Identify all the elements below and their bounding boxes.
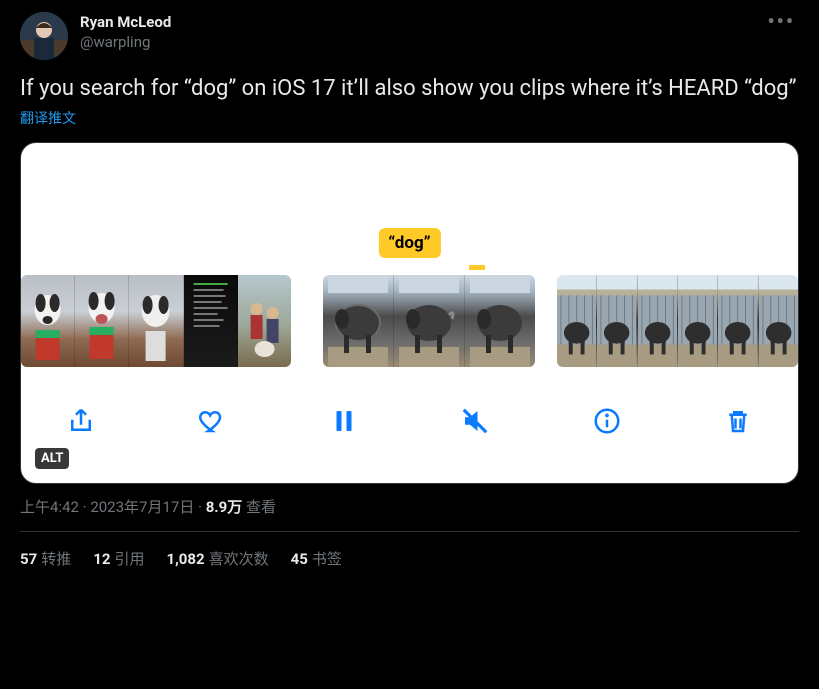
tweet-meta[interactable]: 上午4:42 · 2023年7月17日 · 8.9万 查看 [20,496,799,517]
heart-icon [197,406,227,436]
alt-badge[interactable]: ALT [35,448,69,469]
avatar-image [20,12,68,60]
clip-frame [465,275,535,367]
info-icon [592,406,622,436]
clip-frame [75,275,129,367]
avatar[interactable] [20,12,68,60]
clip-frame [718,275,758,367]
clip-frame [759,275,798,367]
clip-group-1[interactable] [21,275,291,367]
pause-icon [329,406,359,436]
clip-frame [557,275,597,367]
media-whitespace [21,143,798,228]
speaker-muted-icon [460,406,490,436]
search-term-tick [469,265,485,270]
stats-row: 57转推 12引用 1,082喜欢次数 45书签 [20,532,799,575]
clip-frame [638,275,678,367]
clip-frame [129,275,183,367]
tweet-header: Ryan McLeod @warpling ••• [20,12,799,60]
clip-frame [394,275,465,367]
handle: @warpling [80,32,763,52]
media-toolbar [21,389,798,453]
clip-frame [597,275,637,367]
video-filmstrip[interactable] [21,275,798,367]
clip-frame [184,275,238,367]
share-icon [66,406,96,436]
delete-button[interactable] [720,403,756,439]
clip-group-2[interactable] [323,275,535,367]
trash-icon [723,406,753,436]
display-name: Ryan McLeod [80,12,763,32]
clip-frame [323,275,394,367]
clip-frame [678,275,718,367]
likes-stat[interactable]: 1,082喜欢次数 [166,548,268,569]
quotes-stat[interactable]: 12引用 [93,548,144,569]
author-block[interactable]: Ryan McLeod @warpling [80,12,763,52]
pause-button[interactable] [326,403,362,439]
media-card[interactable]: “dog” [20,142,799,484]
mute-button[interactable] [457,403,493,439]
like-button[interactable] [194,403,230,439]
retweets-stat[interactable]: 57转推 [20,548,71,569]
bookmarks-stat[interactable]: 45书签 [291,548,342,569]
info-button[interactable] [589,403,625,439]
views-count: 8.9万 [206,498,243,516]
tweet-container: Ryan McLeod @warpling ••• If you search … [0,0,819,579]
more-options-button[interactable]: ••• [763,12,799,30]
clip-frame [21,275,75,367]
tweet-time: 上午4:42 [20,498,79,516]
search-term-badge: “dog” [378,228,440,258]
share-button[interactable] [63,403,99,439]
translate-link[interactable]: 翻译推文 [20,108,799,128]
tweet-date: 2023年7月17日 [90,498,194,516]
clip-group-3[interactable] [557,275,798,367]
clip-frame [238,275,291,367]
tweet-text: If you search for “dog” on iOS 17 it’ll … [20,74,799,104]
views-label: 查看 [242,498,276,516]
